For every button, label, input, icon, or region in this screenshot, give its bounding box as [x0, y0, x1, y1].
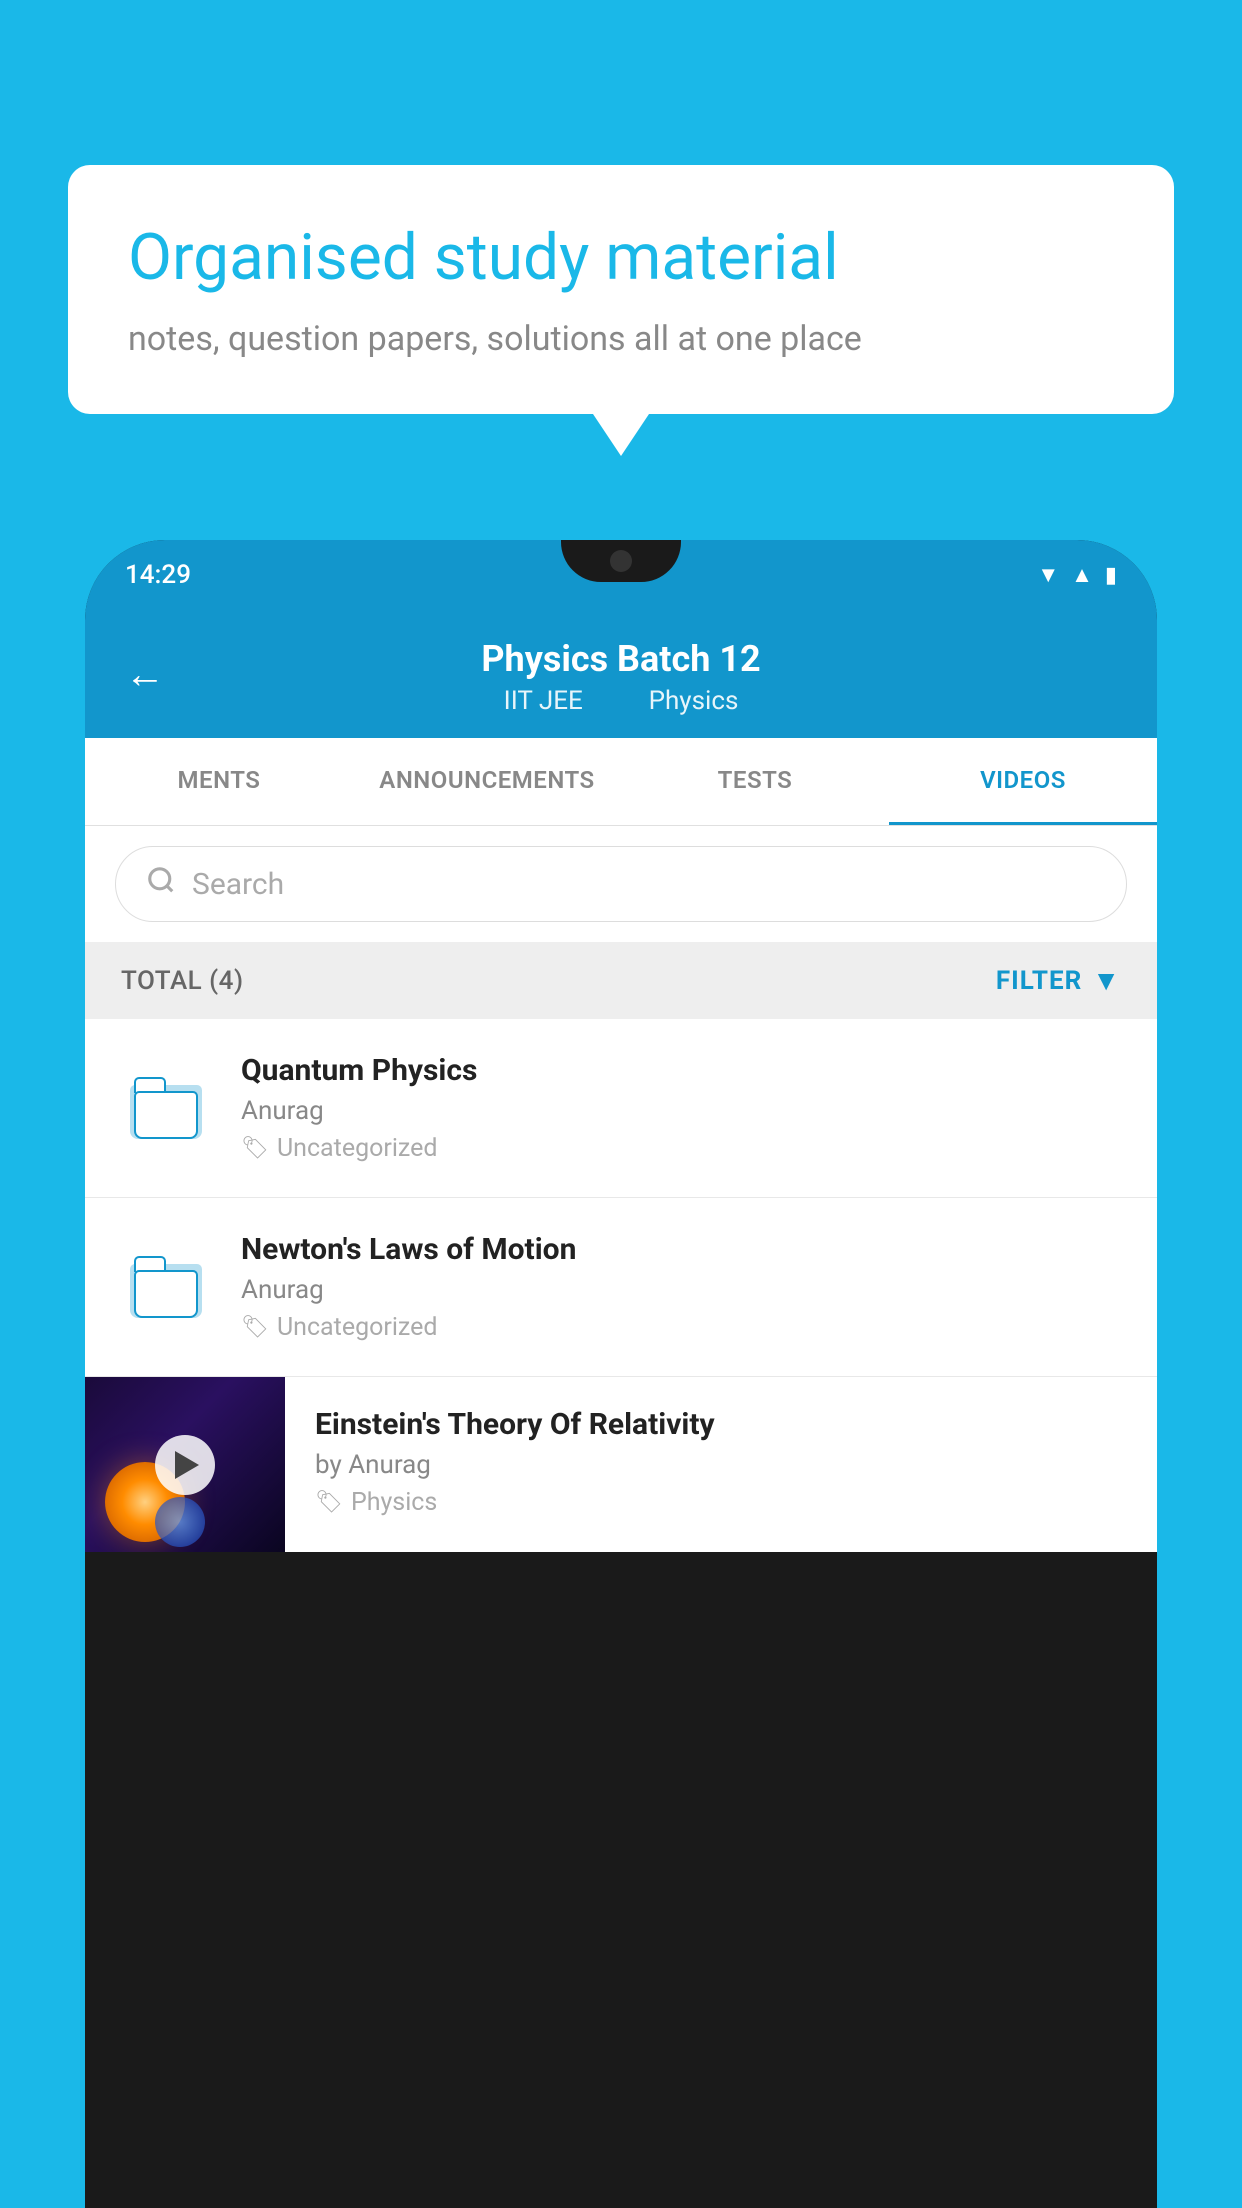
subtitle-part2: Physics [649, 686, 739, 716]
search-icon [146, 865, 176, 903]
tag-label: Physics [351, 1488, 437, 1517]
list-item[interactable]: Newton's Laws of Motion Anurag 🏷 Uncateg… [85, 1198, 1157, 1377]
subtitle-separator [609, 686, 622, 716]
filter-label: FILTER [996, 966, 1082, 996]
video-author: Anurag [241, 1275, 1121, 1305]
video-title: Einstein's Theory Of Relativity [315, 1407, 1127, 1442]
video-tag: 🏷 Uncategorized [241, 1313, 1121, 1342]
app-title: Physics Batch 12 [125, 638, 1117, 680]
search-placeholder: Search [192, 867, 284, 902]
video-tag: 🏷 Physics [315, 1488, 1127, 1517]
tab-videos[interactable]: VIDEOS [889, 738, 1157, 825]
video-list: Quantum Physics Anurag 🏷 Uncategorized [85, 1019, 1157, 1552]
video-item-info: Quantum Physics Anurag 🏷 Uncategorized [241, 1053, 1121, 1163]
orb-decoration2 [155, 1497, 205, 1547]
status-bar: 14:29 ▼ ▲ ▮ [85, 540, 1157, 610]
signal-icon: ▲ [1071, 562, 1093, 588]
video-title: Newton's Laws of Motion [241, 1232, 1121, 1267]
back-button[interactable]: ← [125, 651, 165, 698]
folder-icon [121, 1063, 211, 1153]
camera-icon [610, 550, 632, 572]
app-header: ← Physics Batch 12 IIT JEE Physics [85, 610, 1157, 738]
tag-label: Uncategorized [277, 1134, 438, 1163]
tab-announcements[interactable]: ANNOUNCEMENTS [353, 738, 621, 825]
video-author: Anurag [241, 1096, 1121, 1126]
video-item-info: Newton's Laws of Motion Anurag 🏷 Uncateg… [241, 1232, 1121, 1342]
video-thumbnail [85, 1377, 285, 1552]
video-title: Quantum Physics [241, 1053, 1121, 1088]
status-icons: ▼ ▲ ▮ [1037, 562, 1117, 588]
folder-icon [121, 1242, 211, 1332]
subtitle-part1: IIT JEE [504, 686, 583, 716]
tag-label: Uncategorized [277, 1313, 438, 1342]
video-item-info: Einstein's Theory Of Relativity by Anura… [285, 1377, 1157, 1537]
battery-icon: ▮ [1105, 563, 1117, 588]
tag-icon: 🏷 [241, 1136, 269, 1161]
tab-tests[interactable]: TESTS [621, 738, 889, 825]
play-button[interactable] [155, 1435, 215, 1495]
phone-frame: 14:29 ▼ ▲ ▮ ← Physics Batch 12 IIT JEE P… [85, 540, 1157, 2208]
phone-notch [561, 540, 681, 582]
speech-bubble-title: Organised study material [128, 220, 1114, 297]
screen-content: Search TOTAL (4) FILTER ▼ [85, 826, 1157, 1552]
wifi-icon: ▼ [1037, 562, 1059, 588]
tag-icon: 🏷 [241, 1315, 269, 1340]
search-bar: Search [85, 826, 1157, 942]
speech-bubble-subtitle: notes, question papers, solutions all at… [128, 319, 1114, 359]
total-label: TOTAL (4) [121, 966, 244, 996]
filter-icon: ▼ [1092, 964, 1121, 997]
list-item[interactable]: Quantum Physics Anurag 🏷 Uncategorized [85, 1019, 1157, 1198]
search-input-wrap[interactable]: Search [115, 846, 1127, 922]
video-author: by Anurag [315, 1450, 1127, 1480]
tabs: MENTS ANNOUNCEMENTS TESTS VIDEOS [85, 738, 1157, 826]
list-item[interactable]: Einstein's Theory Of Relativity by Anura… [85, 1377, 1157, 1552]
app-subtitle: IIT JEE Physics [125, 686, 1117, 716]
filter-bar: TOTAL (4) FILTER ▼ [85, 942, 1157, 1019]
filter-button[interactable]: FILTER ▼ [996, 964, 1121, 997]
tab-ments[interactable]: MENTS [85, 738, 353, 825]
play-icon [175, 1451, 199, 1479]
speech-bubble: Organised study material notes, question… [68, 165, 1174, 414]
status-time: 14:29 [125, 560, 191, 590]
video-tag: 🏷 Uncategorized [241, 1134, 1121, 1163]
tag-icon: 🏷 [315, 1490, 343, 1515]
